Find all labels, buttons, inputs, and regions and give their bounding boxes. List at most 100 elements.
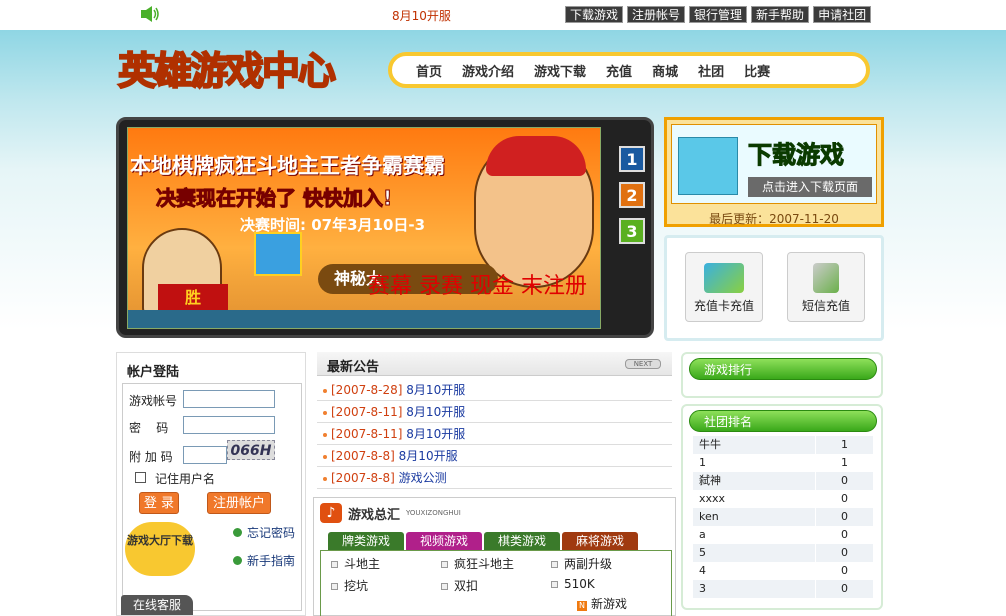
club-score: 0 (841, 528, 848, 541)
hall-download-button[interactable]: 游戏大厅下载 (125, 522, 195, 576)
club-score: 0 (841, 582, 848, 595)
banner-overlay-text: 赛幕 录赛 现金 末注册 (368, 274, 587, 299)
banner-slide-1[interactable]: 1 (619, 146, 645, 172)
tab-video-games[interactable]: 视频游戏 (406, 532, 482, 550)
notice-row[interactable]: [2007-8-8] 游戏公测 (317, 467, 672, 489)
download-inner: 下载游戏 点击进入下载页面 (671, 124, 877, 204)
apply-club-link[interactable]: 申请社团 (813, 6, 872, 23)
game-item[interactable]: 510K (551, 577, 595, 591)
newbie-guide-link[interactable]: 新手指南 (233, 552, 295, 569)
nav-game-intro[interactable]: 游戏介绍 (462, 61, 514, 80)
club-rank-panel: 社团排名 牛牛 1 1 1 弑神 0 xxxx 0 ken 0 a 0 5 0 4 0 3 0 (681, 404, 883, 610)
game-rank-header[interactable]: 游戏排行 (689, 358, 877, 380)
club-name: 3 (699, 582, 706, 595)
nav-match[interactable]: 比赛 (744, 61, 770, 80)
club-rank-row[interactable]: xxxx 0 (693, 490, 873, 508)
game-icon (551, 561, 558, 568)
club-rank-row[interactable]: 弑神 0 (693, 472, 873, 490)
bank-manage-link[interactable]: 银行管理 (689, 6, 748, 23)
club-name: xxxx (699, 492, 726, 505)
nav-home[interactable]: 首页 (416, 61, 442, 80)
club-rank-header[interactable]: 社团排名 (689, 410, 877, 432)
account-label: 游戏帐号 (129, 394, 178, 408)
remember-checkbox[interactable] (135, 472, 146, 483)
register-account-link[interactable]: 注册帐号 (627, 6, 686, 23)
banner-date: 决赛时间: 07年3月10日-3 (240, 216, 426, 234)
captcha-input[interactable] (183, 446, 227, 464)
club-name: ken (699, 510, 719, 523)
game-icon (331, 561, 338, 568)
games-panel: ♪ 游戏总汇 YOUXIZONGHUI 牌类游戏 视频游戏 棋类游戏 麻将游戏 … (313, 497, 676, 616)
sms-recharge-label: 短信充值 (801, 299, 850, 313)
notice-panel: 最新公告 NEXT [2007-8-28] 8月10开服 [2007-8-11]… (317, 352, 672, 492)
download-game-link[interactable]: 下载游戏 (565, 6, 624, 23)
club-rank-row[interactable]: 50 (693, 544, 873, 562)
game-item[interactable]: 两副升级 (551, 555, 612, 572)
download-panel[interactable]: 下载游戏 点击进入下载页面 最后更新：2007-11-20 (664, 117, 884, 227)
banner-subheadline: 决赛现在开始了 快快加入! (155, 186, 393, 211)
tab-chess-games[interactable]: 棋类游戏 (484, 532, 560, 550)
banner-slide-2[interactable]: 2 (619, 182, 645, 208)
notice-row[interactable]: [2007-8-8] 8月10开服 (317, 445, 672, 467)
mascot-right (474, 136, 594, 288)
bullet-icon (233, 528, 242, 537)
phone-icon (813, 263, 839, 293)
speaker-icon[interactable] (140, 5, 160, 23)
nav-recharge[interactable]: 充值 (606, 61, 632, 80)
nav-club[interactable]: 社团 (698, 61, 724, 80)
captcha-image[interactable]: 066H (227, 440, 275, 460)
club-name: a (699, 528, 706, 541)
games-header: ♪ 游戏总汇 YOUXIZONGHUI (320, 502, 461, 524)
notice-next-button[interactable]: NEXT (625, 359, 661, 369)
bullet-icon (233, 556, 242, 565)
notice-row[interactable]: [2007-8-11] 8月10开服 (317, 401, 672, 423)
register-button[interactable]: 注册帐户 (207, 492, 271, 514)
online-service-tab[interactable]: 在线客服 (121, 595, 193, 615)
card-recharge-button[interactable]: 充值卡充值 (685, 252, 763, 322)
new-game-link[interactable]: N 新游戏 (577, 595, 627, 612)
notice-row[interactable]: [2007-8-28] 8月10开服 (317, 379, 672, 401)
banner-bottom-band (128, 310, 600, 328)
newbie-help-link[interactable]: 新手帮助 (751, 6, 810, 23)
game-item[interactable]: 疯狂斗地主 (441, 555, 514, 572)
gift-box (254, 232, 302, 276)
forgot-password-link[interactable]: 忘记密码 (233, 524, 295, 541)
game-item[interactable]: 双扣 (441, 577, 478, 594)
games-icon: ♪ (320, 503, 342, 523)
notice-row[interactable]: [2007-8-11] 8月10开服 (317, 423, 672, 445)
promo-banner: 本地棋牌疯狂斗地主王者争霸赛霸 决赛现在开始了 快快加入! 决赛时间: 07年3… (116, 117, 654, 338)
game-icon (441, 583, 448, 590)
game-icon (331, 583, 338, 590)
club-rank-row[interactable]: 30 (693, 580, 873, 598)
banner-slide-3[interactable]: 3 (619, 218, 645, 244)
club-name: 4 (699, 564, 706, 577)
login-button[interactable]: 登 录 (139, 492, 179, 514)
main-nav: 首页 游戏介绍 游戏下载 充值 商城 社团 比赛 (388, 52, 870, 88)
game-item[interactable]: 挖坑 (331, 577, 368, 594)
banner-image[interactable]: 本地棋牌疯狂斗地主王者争霸赛霸 决赛现在开始了 快快加入! 决赛时间: 07年3… (127, 127, 601, 329)
password-label: 密 码 (129, 421, 169, 435)
tab-mahjong-games[interactable]: 麻将游戏 (562, 532, 638, 550)
new-icon: N (577, 601, 587, 611)
sms-recharge-button[interactable]: 短信充值 (787, 252, 865, 322)
nav-game-download[interactable]: 游戏下载 (534, 61, 586, 80)
login-title: 帐户登陆 (127, 365, 180, 380)
account-input[interactable] (183, 390, 275, 408)
site-logo[interactable]: 英雄游戏中心 (117, 40, 368, 100)
notice-title: 最新公告 (327, 360, 380, 375)
club-rank-row[interactable]: 11 (693, 454, 873, 472)
game-rank-panel: 游戏排行 (681, 352, 883, 398)
top-notice[interactable]: 8月10开服 (392, 7, 451, 24)
password-input[interactable] (183, 416, 275, 434)
club-score: 0 (841, 564, 848, 577)
tab-card-games[interactable]: 牌类游戏 (328, 532, 404, 550)
club-rank-row[interactable]: a0 (693, 526, 873, 544)
club-rank-row[interactable]: ken 0 (693, 508, 873, 526)
game-item[interactable]: 斗地主 (331, 555, 380, 572)
club-name: 弑神 (699, 474, 721, 487)
download-page-button[interactable]: 点击进入下载页面 (748, 177, 872, 197)
games-tabs: 牌类游戏 视频游戏 棋类游戏 麻将游戏 (328, 532, 638, 550)
club-rank-row[interactable]: 40 (693, 562, 873, 580)
club-rank-row[interactable]: 牛牛 1 (693, 436, 873, 454)
nav-shop[interactable]: 商城 (652, 61, 678, 80)
